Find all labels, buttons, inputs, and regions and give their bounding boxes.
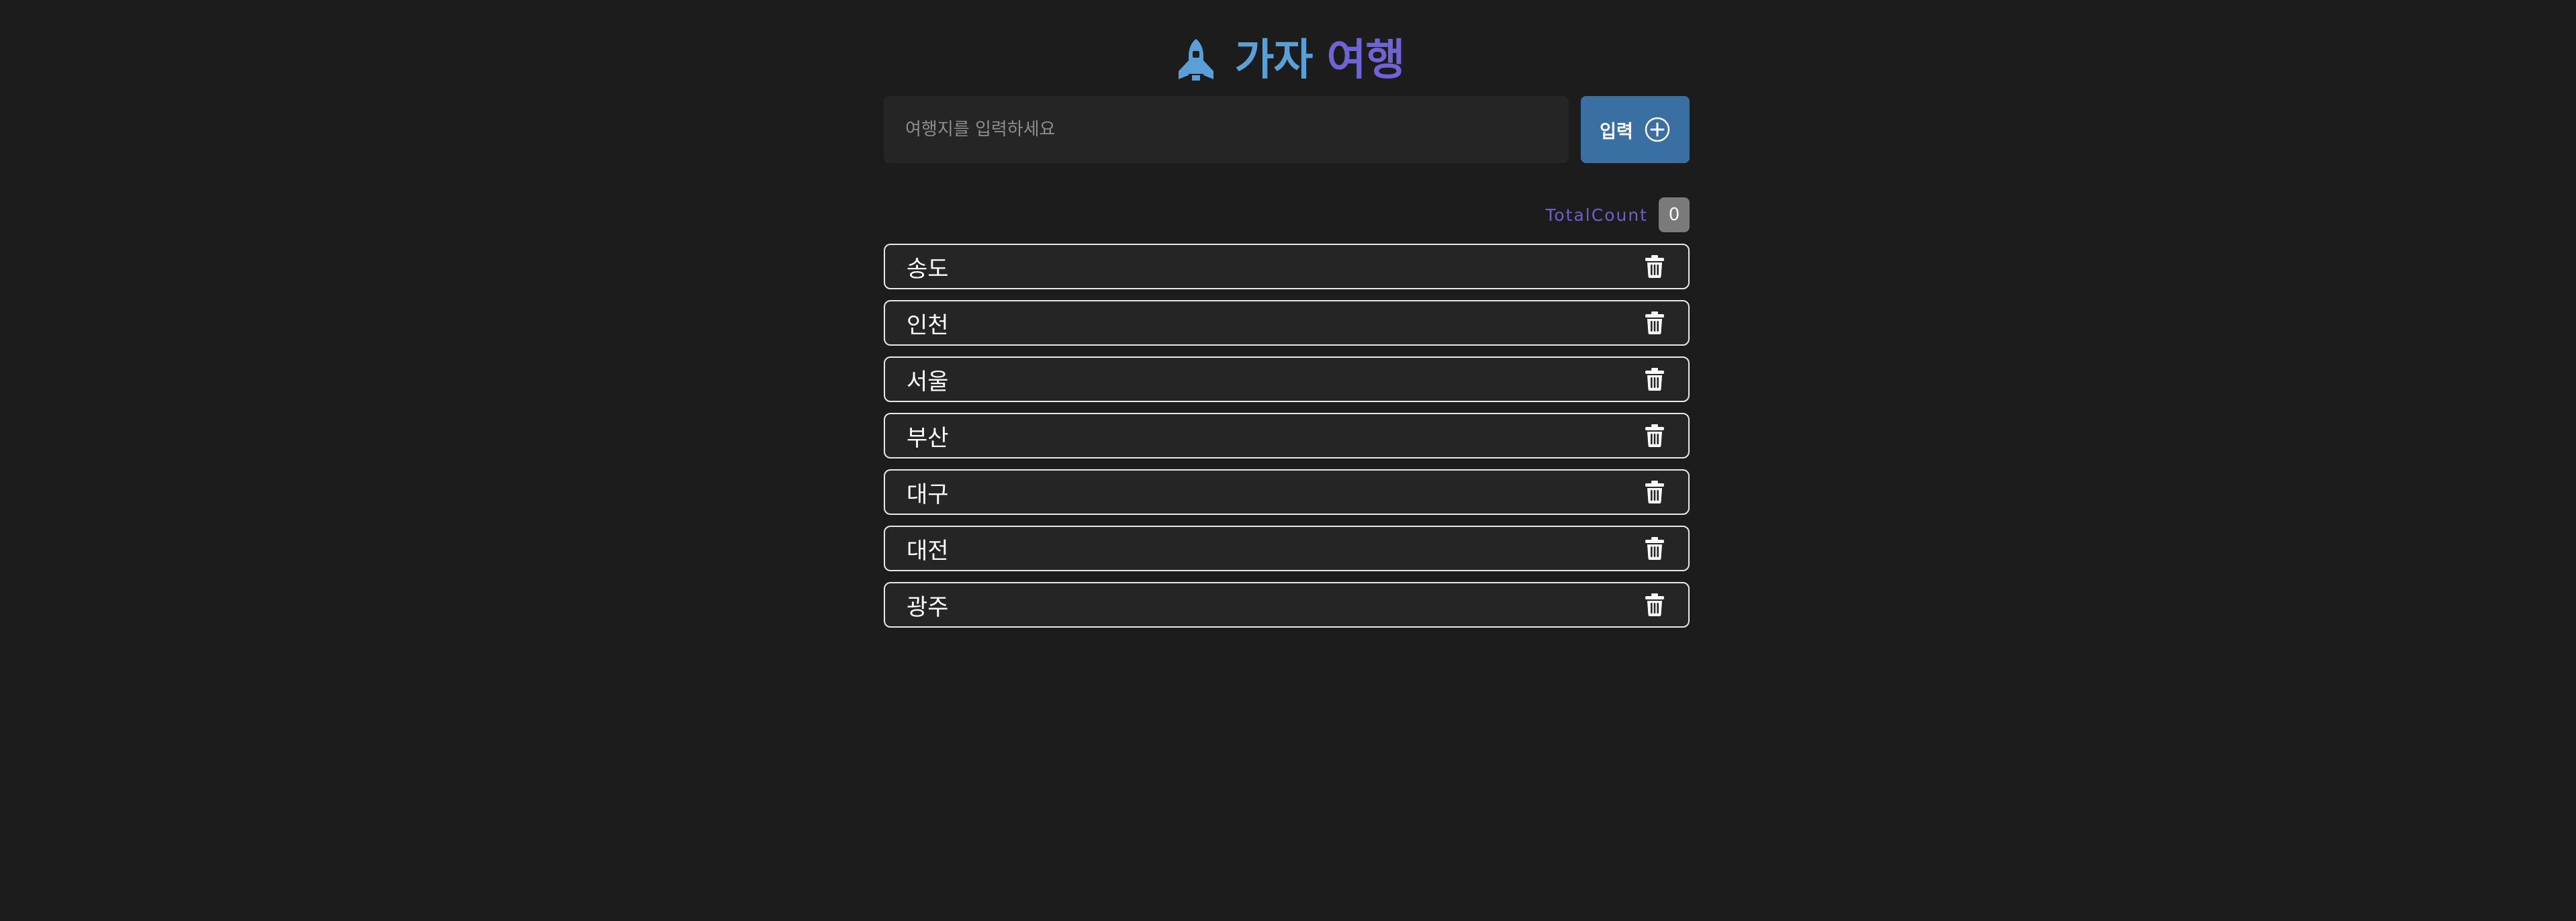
title-word-2: 여행 (1326, 36, 1406, 85)
delete-button[interactable] (1641, 591, 1668, 618)
list-item: 대전 (884, 526, 1690, 571)
destination-label: 대전 (907, 537, 949, 565)
add-button-label: 입력 (1600, 121, 1633, 142)
list-item: 송도 (884, 244, 1690, 289)
plus-circle-icon (1645, 117, 1670, 142)
delete-button[interactable] (1641, 422, 1668, 449)
delete-button[interactable] (1641, 309, 1668, 336)
rocket-icon (1178, 39, 1213, 81)
trash-icon (1645, 311, 1664, 334)
total-count-badge: 0 (1659, 197, 1690, 232)
trash-icon (1645, 537, 1664, 560)
delete-button[interactable] (1641, 479, 1668, 505)
list-item: 광주 (884, 582, 1690, 628)
add-button[interactable]: 입력 (1581, 96, 1690, 163)
destination-input[interactable] (884, 96, 1569, 163)
trash-icon (1645, 424, 1664, 447)
destination-label: 광주 (907, 593, 949, 621)
trash-icon (1645, 481, 1664, 503)
trash-icon (1645, 368, 1664, 391)
trash-icon (1645, 255, 1664, 278)
total-count: TotalCount 0 (884, 197, 1690, 232)
app-header: 가자 여행 (0, 35, 2576, 86)
destination-label: 송도 (907, 255, 949, 283)
destination-label: 서울 (907, 368, 949, 395)
page-title: 가자 여행 (1234, 36, 1406, 85)
trash-icon (1645, 593, 1664, 616)
destination-label: 대구 (907, 481, 949, 508)
delete-button[interactable] (1641, 535, 1668, 562)
destination-label: 인천 (907, 311, 949, 339)
add-destination-form: 입력 (884, 96, 1690, 163)
list-item: 서울 (884, 356, 1690, 402)
destination-list: 송도 인천 서울 부산 대구 대전 광주 (884, 244, 1690, 638)
list-item: 인천 (884, 300, 1690, 346)
app-root: 가자 여행 입력 TotalCount 0 송도 (0, 0, 2576, 921)
destination-label: 부산 (907, 424, 949, 452)
list-item: 대구 (884, 469, 1690, 515)
total-count-label: TotalCount (1545, 205, 1648, 225)
delete-button[interactable] (1641, 253, 1668, 280)
list-item: 부산 (884, 413, 1690, 458)
title-word-1: 가자 (1234, 36, 1314, 85)
delete-button[interactable] (1641, 366, 1668, 393)
